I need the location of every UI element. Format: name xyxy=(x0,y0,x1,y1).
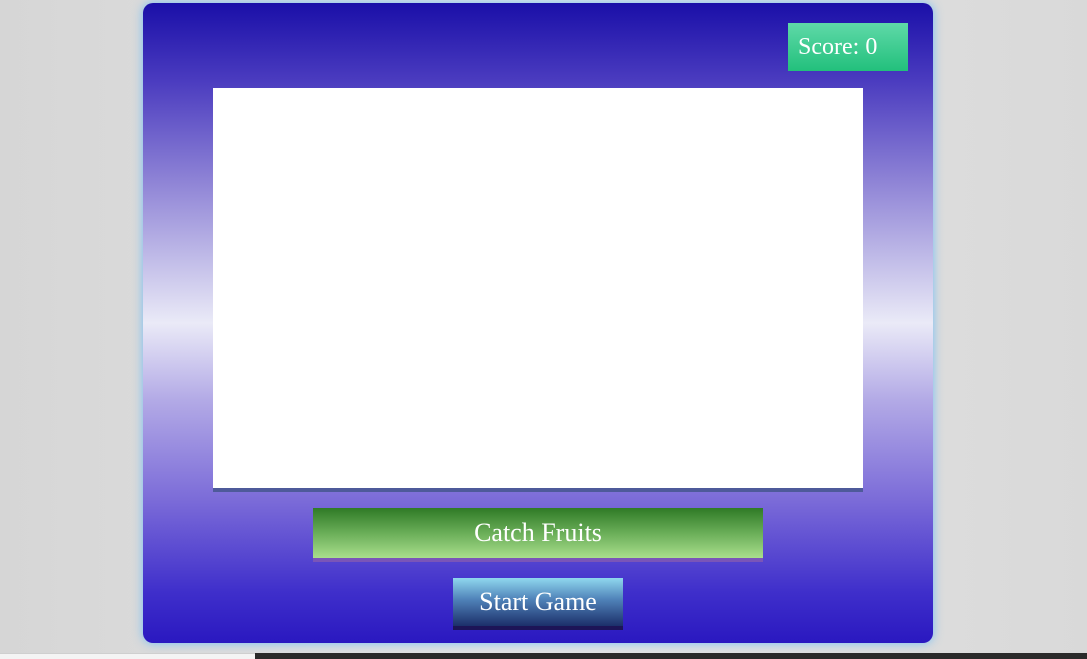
bottom-strip-left xyxy=(0,653,255,659)
game-title: Catch Fruits xyxy=(313,508,763,562)
game-frame: Score: 0 Catch Fruits Start Game xyxy=(143,3,933,643)
page: Score: 0 Catch Fruits Start Game xyxy=(0,0,1087,659)
bottom-strip-right xyxy=(255,653,1087,659)
score-display: Score: 0 xyxy=(788,23,908,71)
start-game-button[interactable]: Start Game xyxy=(453,578,623,630)
game-canvas[interactable] xyxy=(213,88,863,492)
